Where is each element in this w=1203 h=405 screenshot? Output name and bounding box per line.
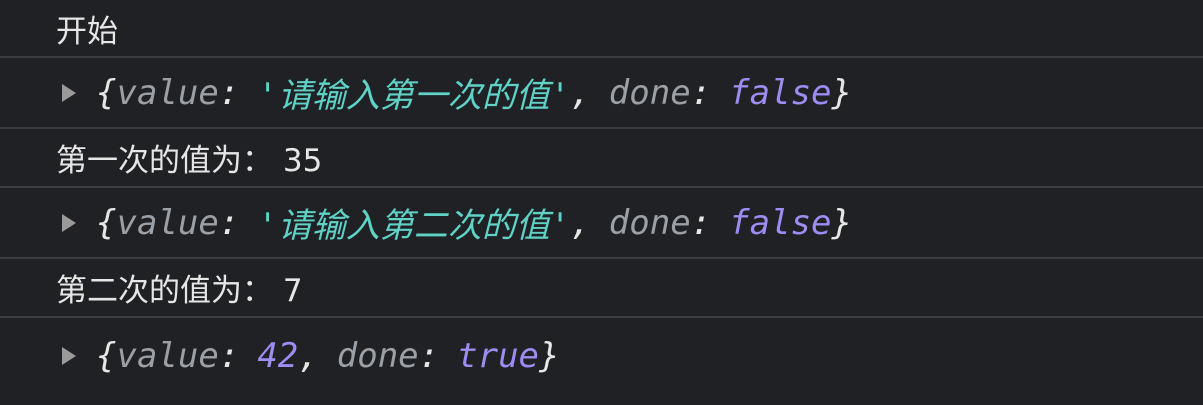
colon: : — [218, 202, 240, 243]
open-brace: { — [96, 72, 117, 113]
expand-triangle-icon[interactable] — [62, 346, 76, 365]
object-key-done: done — [336, 335, 419, 376]
object-key-value: value — [116, 72, 219, 113]
string-value: '请输入第二次的值' — [257, 206, 571, 246]
colon: : — [418, 335, 440, 376]
close-brace: } — [831, 72, 852, 113]
console-log-line: 第二次的值为： 7 — [0, 259, 1203, 318]
done-value: false — [729, 202, 832, 243]
console-object-line[interactable]: { value : '请输入第一次的值' , done : false } — [0, 58, 1203, 129]
log-text: 第一次的值为： 35 — [56, 143, 323, 179]
string-value-text: 请输入第一次的值 — [277, 76, 550, 116]
comma: , — [570, 72, 591, 113]
log-text: 第二次的值为： 7 — [56, 273, 303, 309]
object-key-value: value — [116, 202, 219, 243]
console-log-line: 第一次的值为： 35 — [0, 129, 1203, 188]
open-brace: { — [96, 335, 117, 376]
object-key-done: done — [608, 72, 691, 113]
expand-triangle-icon[interactable] — [62, 83, 76, 102]
done-value: false — [729, 72, 832, 113]
object-key-done: done — [608, 202, 691, 243]
comma: , — [570, 202, 591, 243]
string-value: '请输入第一次的值' — [257, 76, 571, 116]
close-brace: } — [539, 335, 560, 376]
colon: : — [690, 202, 712, 243]
colon: : — [218, 335, 240, 376]
console-log-line: 开始 — [0, 0, 1203, 58]
console-object-line[interactable]: { value : 42 , done : true } — [0, 318, 1203, 393]
comma: , — [298, 335, 319, 376]
expand-triangle-icon[interactable] — [62, 213, 76, 232]
done-value: true — [457, 335, 540, 376]
object-key-value: value — [116, 335, 219, 376]
colon: : — [218, 72, 240, 113]
console-object-line[interactable]: { value : '请输入第二次的值' , done : false } — [0, 188, 1203, 259]
devtools-console: 开始 { value : '请输入第一次的值' , done : false }… — [0, 0, 1203, 405]
number-value: 42 — [257, 335, 299, 376]
colon: : — [690, 72, 712, 113]
close-brace: } — [831, 202, 852, 243]
log-text: 开始 — [56, 13, 118, 50]
open-brace: { — [96, 202, 117, 243]
string-value-text: 请输入第二次的值 — [277, 206, 550, 246]
